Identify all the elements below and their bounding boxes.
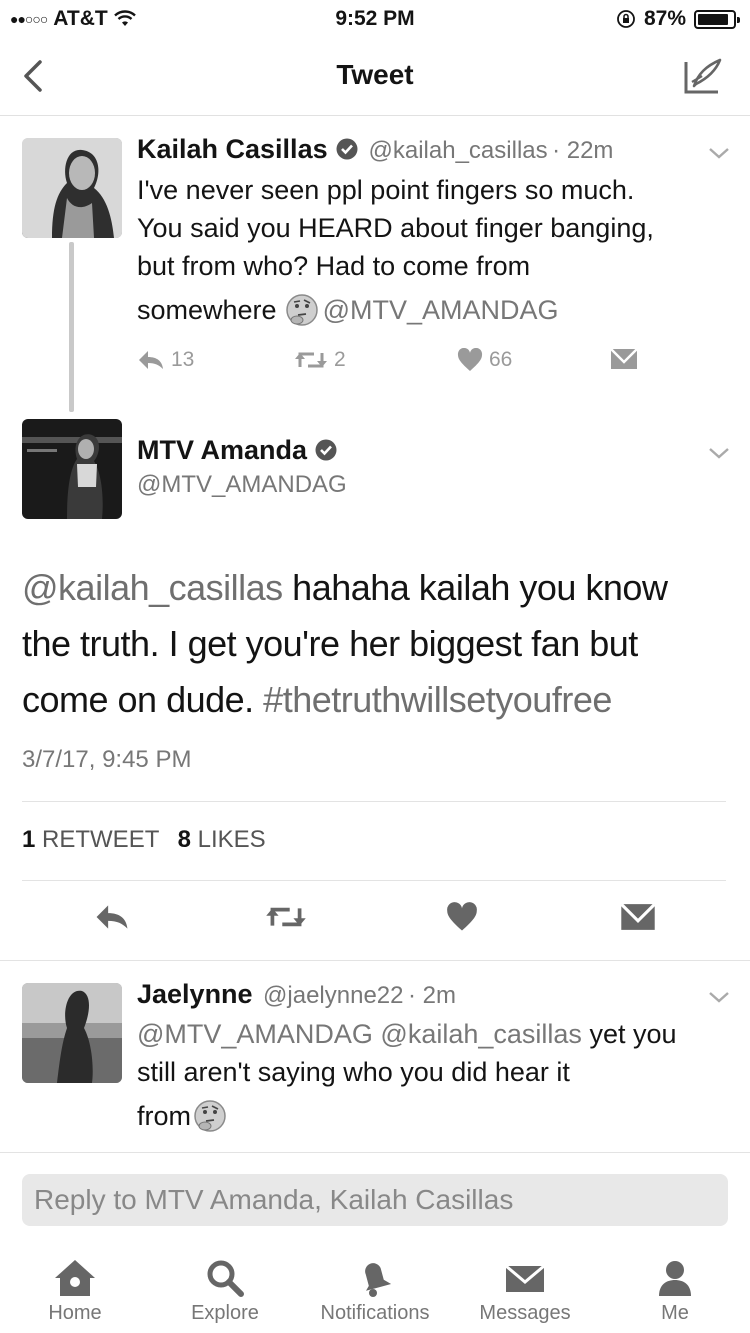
tweet-line: the truth. I get you're her biggest fan … [22, 623, 638, 664]
envelope-icon [505, 1264, 545, 1292]
verified-badge-icon [336, 138, 358, 160]
chevron-down-icon[interactable] [708, 990, 730, 1004]
tweet-line: come on dude. [22, 679, 264, 720]
direct-message-button[interactable] [610, 348, 638, 370]
reply-icon [139, 351, 163, 369]
author-handle[interactable]: @jaelynne22 [263, 982, 403, 1009]
divider [0, 1152, 750, 1153]
author-handle[interactable]: @MTV_AMANDAG [137, 471, 347, 499]
like-button[interactable]: 66 [457, 348, 512, 372]
engagement-counts: 1 RETWEET 8 LIKES [22, 826, 266, 854]
tweet-line: You said you HEARD about finger banging, [137, 213, 654, 243]
retweet-count: 2 [334, 348, 346, 371]
tweet-age: · 22m [552, 137, 614, 164]
retweet-stat-label: RETWEET [42, 826, 159, 853]
tab-label: Me [661, 1302, 689, 1324]
page-title: Tweet [336, 59, 414, 90]
mention-link[interactable]: @MTV_AMANDAG @kailah_casillas [137, 1019, 582, 1049]
tweet-line: I've never seen ppl point fingers so muc… [137, 175, 635, 205]
tab-notifications[interactable]: Notifications [300, 1246, 450, 1325]
person-icon [659, 1261, 691, 1296]
retweet-button[interactable]: 2 [294, 348, 346, 372]
thinking-emoji-icon [194, 1100, 226, 1132]
like-count: 66 [489, 348, 513, 371]
mention-link[interactable]: @kailah_casillas [22, 567, 283, 608]
compose-tweet-icon[interactable] [682, 56, 724, 98]
author-handle[interactable]: @kailah_casillas [369, 137, 548, 164]
like-total: 8 [177, 826, 191, 853]
nav-bar: Tweet [0, 40, 750, 116]
envelope-icon[interactable] [620, 902, 656, 932]
avatar-kailah[interactable] [22, 138, 122, 238]
heart-icon [457, 348, 483, 371]
tweet-line: but from who? Had to come from [137, 251, 531, 281]
tab-label: Notifications [320, 1302, 430, 1324]
search-icon [207, 1260, 244, 1297]
divider [0, 960, 750, 961]
tweet-body: I've never seen ppl point fingers so muc… [137, 171, 727, 329]
tab-messages[interactable]: Messages [450, 1246, 600, 1325]
tab-me[interactable]: Me [600, 1246, 750, 1325]
tweet-timestamp: 3/7/17, 9:45 PM [22, 746, 192, 773]
author-name[interactable]: Jaelynne [137, 979, 253, 1009]
tweet-line: hahaha kailah you know [282, 567, 668, 608]
avatar-jaelynne[interactable] [22, 983, 122, 1083]
divider [22, 880, 726, 881]
battery-percent: 87% [643, 7, 686, 30]
bell-icon [365, 1263, 392, 1297]
verified-badge-icon [315, 439, 337, 461]
thread-connector [69, 242, 74, 412]
tweet-line: yet you [581, 1019, 677, 1049]
tweet-line: still aren't saying who you did hear it [137, 1057, 570, 1087]
retweet-icon[interactable] [265, 902, 307, 932]
mention-link[interactable]: @MTV_AMANDAG [323, 291, 559, 329]
tab-label: Explore [191, 1302, 259, 1324]
tab-label: Home [48, 1302, 102, 1324]
tab-home[interactable]: Home [0, 1246, 150, 1325]
tweet-action-bar [0, 896, 750, 946]
hashtag-link[interactable]: #thetruthwillsetyoufree [263, 679, 612, 720]
tweet-body: @MTV_AMANDAG @kailah_casillas yet you st… [137, 1015, 727, 1135]
chevron-down-icon[interactable] [708, 146, 730, 160]
author-name[interactable]: Kailah Casillas [137, 134, 328, 164]
heart-icon[interactable] [446, 902, 478, 932]
reply-icon[interactable] [94, 902, 130, 932]
chevron-down-icon[interactable] [708, 446, 730, 460]
tweet-line: somewhere [137, 295, 277, 325]
tweet-line: from [137, 1101, 191, 1131]
reply-button[interactable]: 13 [137, 348, 194, 372]
avatar-mtv-amanda[interactable] [22, 419, 122, 519]
like-stat-label: LIKES [197, 826, 266, 853]
tweet-age: · 2m [407, 982, 456, 1009]
thinking-emoji-icon [285, 294, 318, 326]
envelope-icon [610, 348, 638, 369]
like-stat[interactable]: 8 LIKES [178, 826, 266, 853]
reply-input[interactable]: Reply to MTV Amanda, Kailah Casillas [22, 1174, 728, 1226]
tweet-actions: 13 2 66 [137, 348, 657, 378]
tab-bar: Home Explore Notifications Messages Me [0, 1246, 750, 1333]
tab-label: Messages [479, 1302, 571, 1324]
reply-count: 13 [171, 348, 195, 371]
retweet-total: 1 [22, 826, 36, 853]
divider [22, 801, 726, 802]
retweet-stat[interactable]: 1 RETWEET [22, 826, 159, 853]
battery-icon [694, 9, 740, 29]
status-bar: ●●○○○ AT&T 9:52 PM 87% [0, 0, 750, 40]
home-icon [55, 1260, 95, 1296]
tweet-body: @kailah_casillas hahaha kailah you know … [22, 560, 732, 728]
retweet-icon [295, 352, 327, 368]
author-name[interactable]: MTV Amanda [137, 435, 307, 465]
tab-explore[interactable]: Explore [150, 1246, 300, 1325]
orientation-lock-icon [617, 10, 635, 28]
